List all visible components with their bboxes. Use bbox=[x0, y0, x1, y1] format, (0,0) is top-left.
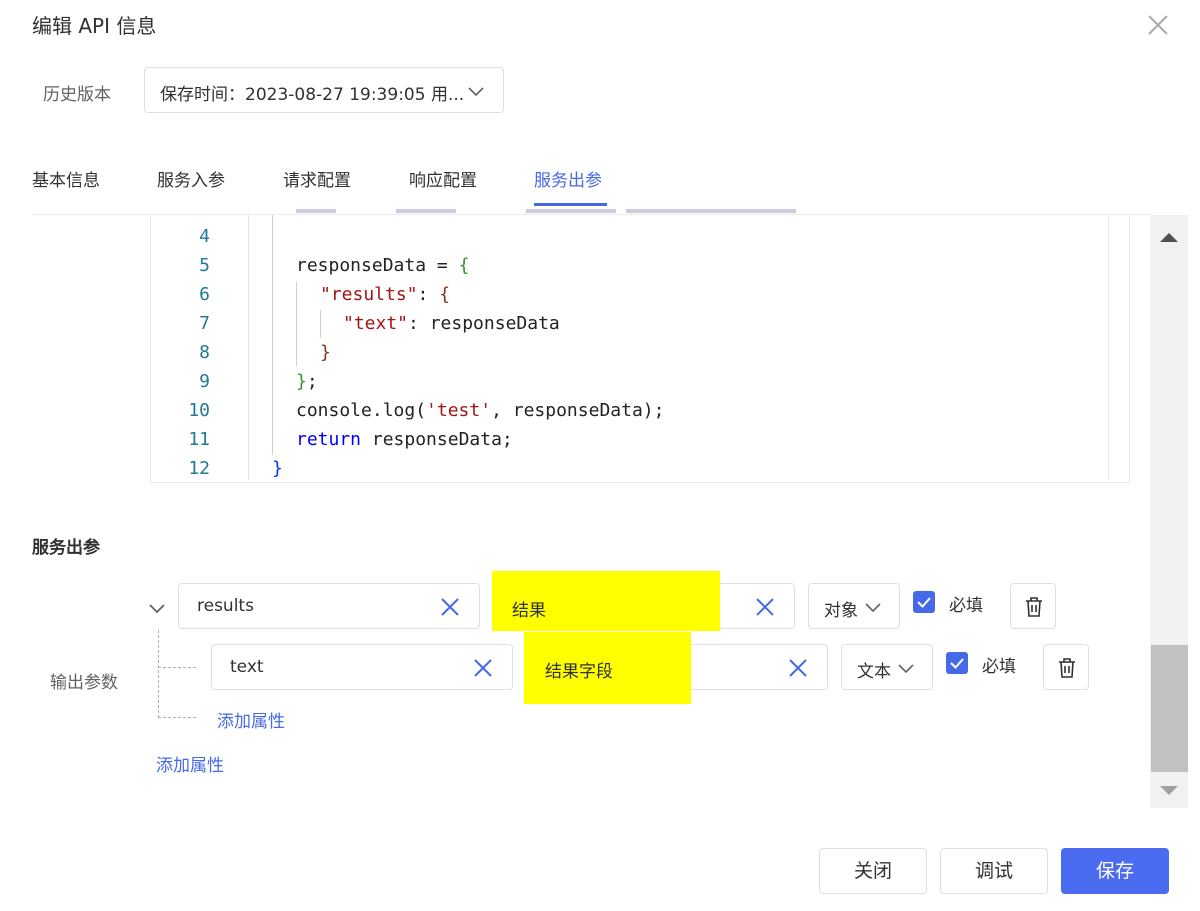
code-line-9: }; bbox=[296, 371, 318, 392]
delete-button[interactable] bbox=[1043, 644, 1089, 690]
scroll-up-icon[interactable] bbox=[1158, 229, 1180, 248]
tree-connector bbox=[158, 667, 196, 668]
close-icon[interactable] bbox=[1140, 8, 1176, 44]
history-label: 历史版本 bbox=[43, 85, 111, 105]
param-type-value: 文本 bbox=[857, 662, 891, 682]
line-number: 9 bbox=[199, 371, 210, 392]
clear-icon[interactable] bbox=[754, 596, 776, 622]
param-name-value: text bbox=[230, 657, 264, 677]
tree-connector bbox=[158, 717, 196, 718]
scroll-down-icon[interactable] bbox=[1158, 783, 1180, 802]
param-desc-value: 结果 bbox=[512, 601, 546, 621]
editor-right-border bbox=[1108, 215, 1109, 480]
line-number: 5 bbox=[199, 255, 210, 276]
code-line-11: return responseData; bbox=[296, 429, 513, 450]
tab-basic-info[interactable]: 基本信息 bbox=[32, 166, 100, 191]
dialog-title: 编辑 API 信息 bbox=[32, 14, 157, 38]
line-number: 10 bbox=[188, 400, 210, 421]
debug-button[interactable]: 调试 bbox=[940, 848, 1048, 894]
check-icon bbox=[950, 658, 964, 669]
code-line-5: responseData = { bbox=[296, 255, 470, 276]
param-desc-input[interactable]: 结果 bbox=[492, 571, 795, 631]
line-number: 6 bbox=[199, 284, 210, 305]
save-button[interactable]: 保存 bbox=[1061, 848, 1169, 894]
indent-guide bbox=[296, 282, 297, 366]
check-icon bbox=[917, 597, 931, 608]
scrollbar-thumb[interactable] bbox=[1151, 645, 1188, 772]
tree-connector bbox=[158, 630, 159, 718]
add-property-link[interactable]: 添加属性 bbox=[156, 751, 224, 776]
output-params-label: 输出参数 bbox=[50, 673, 118, 693]
clipped-code-line bbox=[296, 209, 796, 217]
code-line-7: "text": responseData bbox=[343, 313, 560, 334]
add-child-property-link[interactable]: 添加属性 bbox=[217, 707, 285, 732]
required-checkbox[interactable] bbox=[913, 591, 935, 613]
code-line-8: } bbox=[320, 342, 331, 363]
code-line-12: } bbox=[272, 458, 283, 479]
line-number: 12 bbox=[188, 458, 210, 479]
history-version-select[interactable]: 保存时间：2023-08-27 19:39:05 用... bbox=[144, 67, 504, 113]
active-tab-indicator bbox=[534, 203, 607, 206]
param-name-input[interactable]: results bbox=[178, 583, 480, 629]
param-type-select[interactable]: 文本 bbox=[841, 644, 933, 690]
tab-response-config[interactable]: 响应配置 bbox=[409, 166, 477, 191]
param-name-input[interactable]: text bbox=[211, 644, 513, 690]
required-label: 必填 bbox=[949, 596, 983, 616]
tab-service-input[interactable]: 服务入参 bbox=[157, 166, 225, 191]
chevron-down-icon bbox=[864, 600, 882, 619]
section-title: 服务出参 bbox=[32, 538, 100, 558]
required-checkbox[interactable] bbox=[946, 652, 968, 674]
chevron-down-icon[interactable] bbox=[146, 598, 168, 624]
line-number: 4 bbox=[199, 226, 210, 247]
clear-icon[interactable] bbox=[439, 596, 461, 622]
param-desc-value: 结果字段 bbox=[545, 662, 613, 682]
history-selected-value: 保存时间：2023-08-27 19:39:05 用... bbox=[160, 85, 465, 105]
line-number: 11 bbox=[188, 429, 210, 450]
line-number: 8 bbox=[199, 342, 210, 363]
param-name-value: results bbox=[197, 596, 254, 616]
chevron-down-icon bbox=[897, 661, 915, 680]
chevron-down-icon bbox=[467, 83, 485, 102]
trash-icon bbox=[1026, 597, 1042, 617]
clear-icon[interactable] bbox=[787, 657, 809, 683]
close-button[interactable]: 关闭 bbox=[819, 848, 927, 894]
code-line-10: console.log('test', responseData); bbox=[296, 400, 665, 421]
tab-service-output[interactable]: 服务出参 bbox=[534, 166, 602, 191]
param-type-select[interactable]: 对象 bbox=[808, 583, 900, 629]
param-desc-input[interactable]: 结果字段 bbox=[524, 632, 828, 704]
indent-guide bbox=[272, 215, 273, 455]
param-type-value: 对象 bbox=[824, 601, 858, 621]
tab-request-config[interactable]: 请求配置 bbox=[283, 166, 351, 191]
code-line-6: "results": { bbox=[320, 284, 451, 305]
trash-icon bbox=[1059, 658, 1075, 678]
required-label: 必填 bbox=[982, 657, 1016, 677]
editor-gutter-border bbox=[248, 215, 249, 480]
line-number: 7 bbox=[199, 313, 210, 334]
delete-button[interactable] bbox=[1010, 583, 1056, 629]
clear-icon[interactable] bbox=[472, 657, 494, 683]
indent-guide bbox=[320, 310, 321, 338]
